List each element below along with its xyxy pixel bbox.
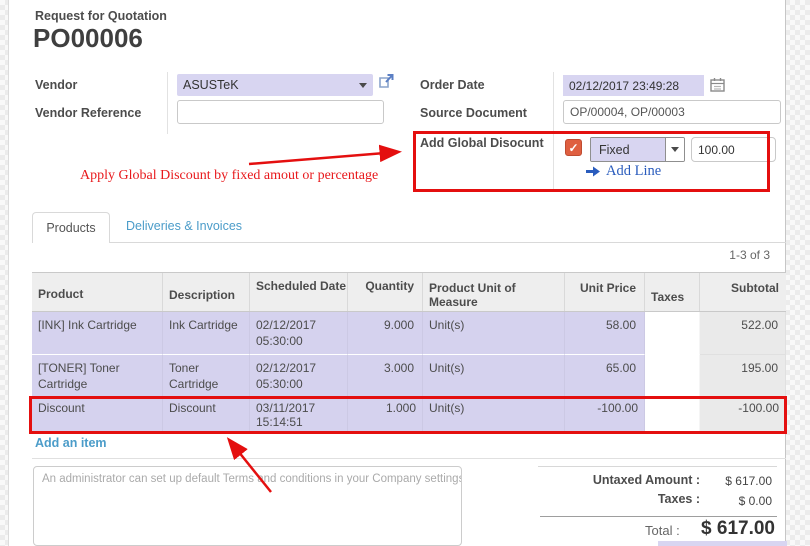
column-header[interactable]: Product Unit of Measure [423,273,565,311]
table-cell[interactable]: Unit(s) [423,398,565,434]
add-an-item-link[interactable]: Add an item [35,436,107,450]
tab-deliveries-invoices[interactable]: Deliveries & Invoices [126,219,242,233]
table-cell[interactable]: -100.00 [700,398,786,434]
table-cell[interactable] [645,312,700,355]
external-link-icon[interactable] [378,73,395,90]
vendor-select[interactable]: ASUSTeK [177,74,373,96]
column-header[interactable]: Description [163,273,250,311]
source-document-input[interactable] [563,100,781,124]
order-date-label: Order Date [420,78,485,92]
table-cell[interactable]: 03/11/2017 15:14:51 [250,398,348,434]
global-discount-checkbox[interactable]: ✓ [565,139,582,156]
table-cell[interactable]: 522.00 [700,312,786,355]
tab-products[interactable]: Products [32,212,110,243]
total-value: $ 617.00 [675,518,775,540]
terms-notes-box[interactable]: An administrator can set up default Term… [33,466,462,546]
tab-products-label: Products [46,221,95,235]
order-date-value: 02/12/2017 23:49:28 [569,79,679,93]
table-row[interactable]: [TONER] Toner CartridgeToner Cartridge02… [32,355,786,398]
table-cell[interactable]: Unit(s) [423,355,565,398]
table-cell[interactable] [645,398,700,434]
global-discount-label: Add Global Disocunt [420,136,544,150]
table-cell[interactable]: 58.00 [565,312,645,355]
table-cell[interactable]: 65.00 [565,355,645,398]
totals-divider [540,516,777,517]
table-cell[interactable]: Ink Cartridge [163,312,250,355]
table-cell[interactable]: Discount [163,398,250,434]
table-cell[interactable]: -100.00 [565,398,645,434]
table-cell[interactable]: [INK] Ink Cartridge [32,312,163,355]
taxes-value: $ 0.00 [672,494,772,508]
products-table: ProductDescriptionScheduled DateQuantity… [32,272,786,434]
document-type-label: Request for Quotation [35,9,167,23]
column-header[interactable]: Product [32,273,163,311]
column-header[interactable]: Taxes [645,273,700,311]
source-document-label: Source Document [420,106,527,120]
arrow-right-icon [586,166,600,177]
screenshot-canvas: Request for Quotation PO00006 Vendor ASU… [0,0,810,546]
section-divider [32,458,786,459]
column-header[interactable]: Scheduled Date [250,273,348,311]
discount-type-select[interactable]: Fixed [590,137,685,162]
table-cell[interactable]: Unit(s) [423,312,565,355]
calendar-icon[interactable] [710,77,725,92]
vendor-value: ASUSTeK [183,78,359,92]
table-cell[interactable]: Discount [32,398,163,434]
table-cell[interactable]: Toner Cartridge [163,355,250,398]
page-title: PO00006 [33,23,143,54]
untaxed-amount-value: $ 617.00 [672,474,772,488]
annotation-discount-note: Apply Global Discount by fixed amout or … [80,168,378,184]
vendor-reference-input[interactable] [177,100,384,124]
pager: 1-3 of 3 [729,248,770,262]
table-cell[interactable]: 02/12/2017 05:30:00 [250,355,348,398]
table-cell[interactable]: [TONER] Toner Cartridge [32,355,163,398]
tab-divider [32,242,786,243]
column-header[interactable]: Quantity [348,273,423,311]
vendor-reference-label: Vendor Reference [35,106,141,120]
column-header[interactable]: Subtotal [700,273,786,311]
table-cell[interactable]: 3.000 [348,355,423,398]
table-row[interactable]: [INK] Ink CartridgeInk Cartridge02/12/20… [32,312,786,355]
check-icon: ✓ [568,141,578,155]
table-row[interactable]: DiscountDiscount03/11/2017 15:14:511.000… [32,398,786,434]
table-header: ProductDescriptionScheduled DateQuantity… [32,272,786,312]
discount-amount-input[interactable] [691,137,776,162]
caret-down-icon [359,83,367,88]
table-cell[interactable]: 1.000 [348,398,423,434]
totals-top-divider [538,466,777,467]
table-body: [INK] Ink CartridgeInk Cartridge02/12/20… [32,312,786,434]
form-divider [553,72,554,190]
caret-down-icon [665,138,684,161]
table-cell[interactable]: 02/12/2017 05:30:00 [250,312,348,355]
order-date-field[interactable]: 02/12/2017 23:49:28 [563,75,704,96]
table-cell[interactable] [645,355,700,398]
table-cell[interactable]: 195.00 [700,355,786,398]
add-line-label: Add Line [606,163,661,180]
discount-type-value: Fixed [591,138,665,161]
table-cell[interactable]: 9.000 [348,312,423,355]
form-divider [167,72,168,134]
total-highlight [658,541,787,546]
add-line-button[interactable]: Add Line [586,163,661,180]
vendor-label: Vendor [35,78,77,92]
column-header[interactable]: Unit Price [565,273,645,311]
